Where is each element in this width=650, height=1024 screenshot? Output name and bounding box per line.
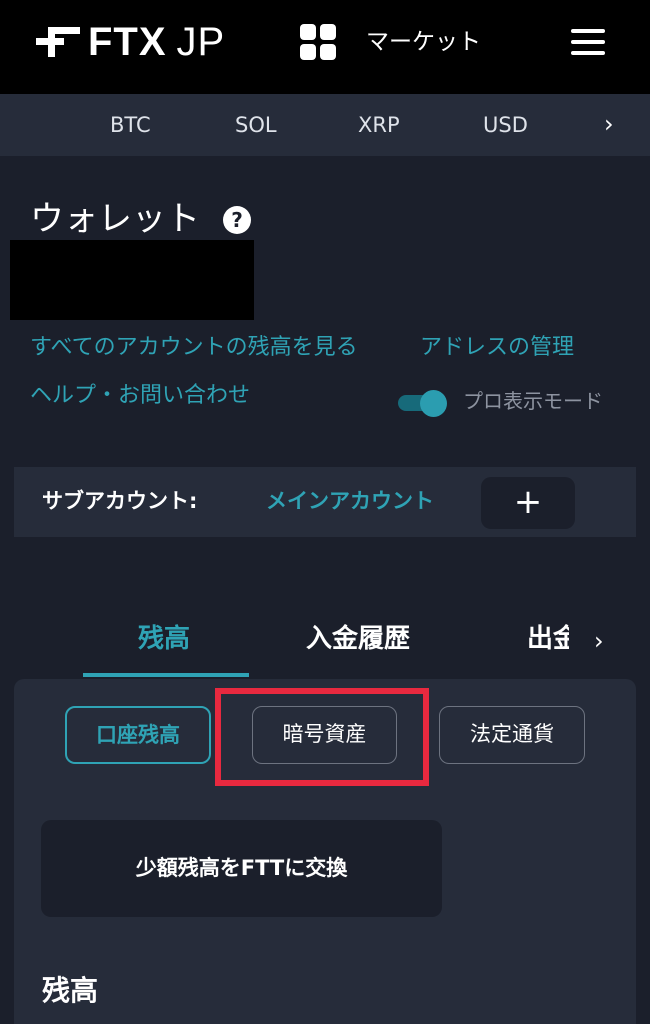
tab-balance[interactable]: 残高	[138, 622, 190, 656]
add-subaccount-button[interactable]: +	[481, 477, 575, 529]
active-tab-indicator	[83, 673, 249, 677]
ticker-item-sol[interactable]: SOL	[235, 112, 277, 138]
filter-account-balance-button[interactable]: 口座残高	[65, 706, 211, 764]
apps-grid-icon[interactable]	[300, 24, 338, 62]
pro-mode-toggle[interactable]	[398, 390, 450, 417]
view-all-balances-link[interactable]: すべてのアカウントの残高を見る	[30, 333, 358, 363]
help-icon[interactable]: ?	[223, 206, 251, 234]
chevron-right-icon[interactable]: ›	[604, 110, 614, 138]
tab-deposit-history[interactable]: 入金履歴	[306, 622, 410, 656]
subaccount-selector[interactable]: メインアカウント	[266, 487, 434, 515]
ticker-item-btc[interactable]: BTC	[110, 112, 151, 138]
ticker-item-xrp[interactable]: XRP	[358, 112, 400, 138]
ftx-logo-icon	[36, 25, 80, 59]
manage-addresses-link[interactable]: アドレスの管理	[420, 333, 574, 363]
filter-fiat-currency-button[interactable]: 法定通貨	[439, 706, 585, 764]
wallet-tabs: 残高 入金履歴 出金 ›	[0, 600, 650, 680]
market-link[interactable]: マーケット	[366, 27, 481, 57]
highlight-annotation-box	[215, 688, 429, 786]
subaccount-label: サブアカウント:	[42, 489, 198, 513]
logo-text: FTX JP	[88, 20, 226, 64]
chevron-right-icon[interactable]: ›	[594, 626, 604, 656]
ticker-item-usd[interactable]: USD	[483, 112, 528, 138]
ticker-bar: BTC SOL XRP USD ›	[0, 94, 650, 156]
top-header: FTX JP マーケット	[0, 0, 650, 94]
subaccount-bar: サブアカウント: メインアカウント +	[14, 467, 636, 537]
page-title: ウォレット	[30, 199, 200, 239]
redacted-balance-block	[10, 240, 254, 320]
tab-withdrawal[interactable]: 出金	[527, 622, 569, 656]
balance-section-heading: 残高	[42, 974, 99, 1007]
ftx-jp-logo[interactable]: FTX JP	[36, 22, 225, 62]
convert-small-balances-button[interactable]: 少額残高をFTTに交換	[41, 820, 442, 917]
pro-mode-label: プロ表示モード	[463, 389, 603, 413]
help-contact-link[interactable]: ヘルプ・お問い合わせ	[30, 381, 250, 411]
hamburger-menu-icon[interactable]	[571, 29, 605, 55]
toggle-knob	[420, 390, 447, 417]
